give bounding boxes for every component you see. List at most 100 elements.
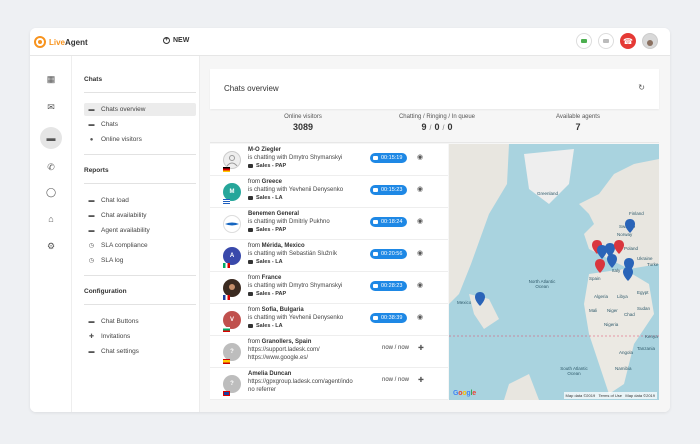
sidebar-item-sla-compliance[interactable]: ◷ SLA compliance [84, 239, 196, 252]
divider [84, 183, 196, 184]
chat-status-text: is chatting with Dmytro Shymanskyi [248, 283, 343, 289]
map-marker-red[interactable] [595, 259, 605, 273]
map-copyright: Map data ©2019 Terms of Use Map data ©20… [563, 392, 657, 399]
sidebar-item-chat-buttons[interactable]: ▬ Chat Buttons [84, 315, 196, 328]
chat-status-text: is chatting with Yevhenii Denysenko [248, 315, 344, 321]
visitor-row[interactable]: ? from Granollers, Spain https://support… [210, 336, 448, 368]
sidebar-item-online-visitors[interactable]: ● Online visitors [84, 133, 196, 146]
invite-user-icon[interactable]: ✚ [418, 376, 424, 384]
sidebar-item-agent-availability[interactable]: ▬ Agent availability [84, 224, 196, 237]
map-marker-red[interactable] [614, 240, 624, 254]
chat-row[interactable]: A from Mérida, Mexico is chatting with S… [210, 240, 448, 272]
chat-bubble-icon [373, 252, 378, 256]
chat-status-text: is chatting with Dmytro Shymanskyi [248, 155, 343, 161]
map-marker-blue[interactable] [607, 254, 617, 268]
eye-icon[interactable]: ◉ [417, 185, 423, 193]
department: Sales - LA [256, 195, 283, 201]
app-logo[interactable]: LiveAgent [34, 36, 88, 48]
eye-icon[interactable]: ◉ [417, 313, 423, 321]
location-pin-icon: ● [89, 136, 94, 143]
knowledgebase-building-icon[interactable]: ⌂ [40, 208, 62, 230]
chat-timer-badge[interactable]: 00:15:19 [370, 153, 408, 163]
visitors-map[interactable]: Greenland North Atlantic Ocean Mexico No… [449, 144, 659, 400]
visitor-url[interactable]: https://support.ladesk.com/ [248, 347, 320, 353]
visit-time: now / now [382, 377, 410, 383]
sidebar-item-chats-overview[interactable]: ▬ Chats overview [84, 103, 196, 116]
stat-online-visitors: Online visitors 3089 [284, 114, 322, 132]
chat-bubble-icon [373, 156, 378, 160]
phone-status-button[interactable]: ☎ [620, 33, 636, 49]
flag-bg-icon [223, 327, 230, 332]
chat-row[interactable]: M from Greece is chatting with Yevhenii … [210, 176, 448, 208]
clock-icon: ◷ [88, 243, 95, 249]
visitor-location: Sofia, Bulgaria [261, 307, 304, 313]
visitor-referrer[interactable]: https://www.google.es/ [248, 355, 308, 361]
stat-available-agents: Available agents 7 [556, 114, 600, 132]
visitor-location: Granollers, Spain [261, 339, 312, 345]
department: Sales - LA [256, 259, 283, 265]
invite-user-icon[interactable]: ✚ [418, 344, 424, 352]
chat-row[interactable]: from France is chatting with Dmytro Shym… [210, 272, 448, 304]
chat-timer-badge[interactable]: 00:18:24 [370, 217, 408, 227]
liveagent-logo-icon [34, 36, 46, 48]
chats-section-title: Chats [84, 76, 103, 83]
dashboard-icon[interactable]: ▦ [40, 68, 62, 90]
chat-timer-badge[interactable]: 00:20:56 [370, 249, 408, 259]
sidebar-item-sla-log[interactable]: ◷ SLA log [84, 254, 196, 267]
sidebar-item-chat-availability[interactable]: ▬ Chat availability [84, 209, 196, 222]
folder-icon [248, 260, 253, 264]
department: Sales - PAP [256, 227, 287, 233]
terms-of-use-link[interactable]: Terms of Use [598, 393, 622, 398]
visitor-location: France [261, 275, 282, 281]
chat-row[interactable]: V from Sofia, Bulgaria is chatting with … [210, 304, 448, 336]
chats-icon[interactable]: ▬ [40, 127, 62, 149]
visitor-row[interactable]: ? Amelia Duncan https://gpxgroup.ladesk.… [210, 368, 448, 400]
eye-icon[interactable]: ◉ [417, 249, 423, 257]
chats-list: M-O Ziegler is chatting with Dmytro Shym… [210, 144, 448, 400]
map-marker-blue[interactable] [625, 219, 635, 233]
chat-status-text: is chatting with Yevhenii Denysenko [248, 187, 344, 193]
eye-icon[interactable]: ◉ [417, 153, 423, 161]
chat-timer-badge[interactable]: 00:15:23 [370, 185, 408, 195]
chatting-count: 9 [421, 122, 427, 132]
chat-status-button[interactable] [576, 33, 592, 49]
sidebar-item-invitations[interactable]: ✚ Invitations [84, 330, 196, 343]
map-marker-blue[interactable] [623, 267, 633, 281]
eye-icon[interactable]: ◉ [417, 217, 423, 225]
visitor-referrer: no referrer [248, 387, 277, 393]
settings-gear-icon[interactable]: ⚙ [40, 235, 62, 257]
visitor-location: Mérida, Mexico [261, 243, 305, 249]
refresh-icon[interactable]: ↻ [638, 83, 645, 92]
sidebar-item-chat-load[interactable]: ▬ Chat load [84, 194, 196, 207]
logo-text-live: Live [49, 37, 66, 47]
eye-icon[interactable]: ◉ [417, 281, 423, 289]
chat-timer-badge[interactable]: 00:28:23 [370, 281, 408, 291]
chat-row[interactable]: Benemen General is chatting with Dmitriy… [210, 208, 448, 240]
tickets-mail-icon[interactable]: ✉ [40, 96, 62, 118]
flag-gb-icon [223, 391, 230, 396]
visitor-location: Greece [261, 179, 283, 185]
department: Sales - PAP [256, 163, 287, 169]
new-button[interactable]: + NEW [163, 37, 189, 44]
mail-status-button[interactable] [598, 33, 614, 49]
department: Sales - LA [256, 323, 283, 329]
stats-bar: Online visitors 3089 Chatting / Ringing … [210, 111, 659, 143]
flag-mx-icon [223, 263, 230, 268]
chat-timer-badge[interactable]: 00:38:39 [370, 313, 408, 323]
google-logo[interactable]: Google [453, 390, 476, 397]
map-marker-blue[interactable] [475, 292, 485, 306]
visitor-url[interactable]: https://gpxgroup.ladesk.com/agent/indo [248, 379, 353, 385]
user-add-icon: ✚ [88, 334, 95, 340]
flag-es-icon [223, 359, 230, 364]
sidebar-item-chat-settings[interactable]: ▬ Chat settings [84, 345, 196, 358]
reports-circle-icon[interactable]: ◯ [40, 181, 62, 203]
chat-bubble-icon: ▬ [88, 212, 95, 219]
chat-bubble-icon [373, 220, 378, 224]
chats-overview-header: Chats overview ↻ [210, 69, 659, 109]
sidebar-item-chats[interactable]: ▬ Chats [84, 118, 196, 131]
chat-row[interactable]: M-O Ziegler is chatting with Dmytro Shym… [210, 144, 448, 176]
user-avatar[interactable] [642, 33, 658, 49]
calls-phone-icon[interactable]: ✆ [40, 156, 62, 178]
folder-icon [248, 164, 253, 168]
page-title: Chats overview [224, 84, 279, 93]
